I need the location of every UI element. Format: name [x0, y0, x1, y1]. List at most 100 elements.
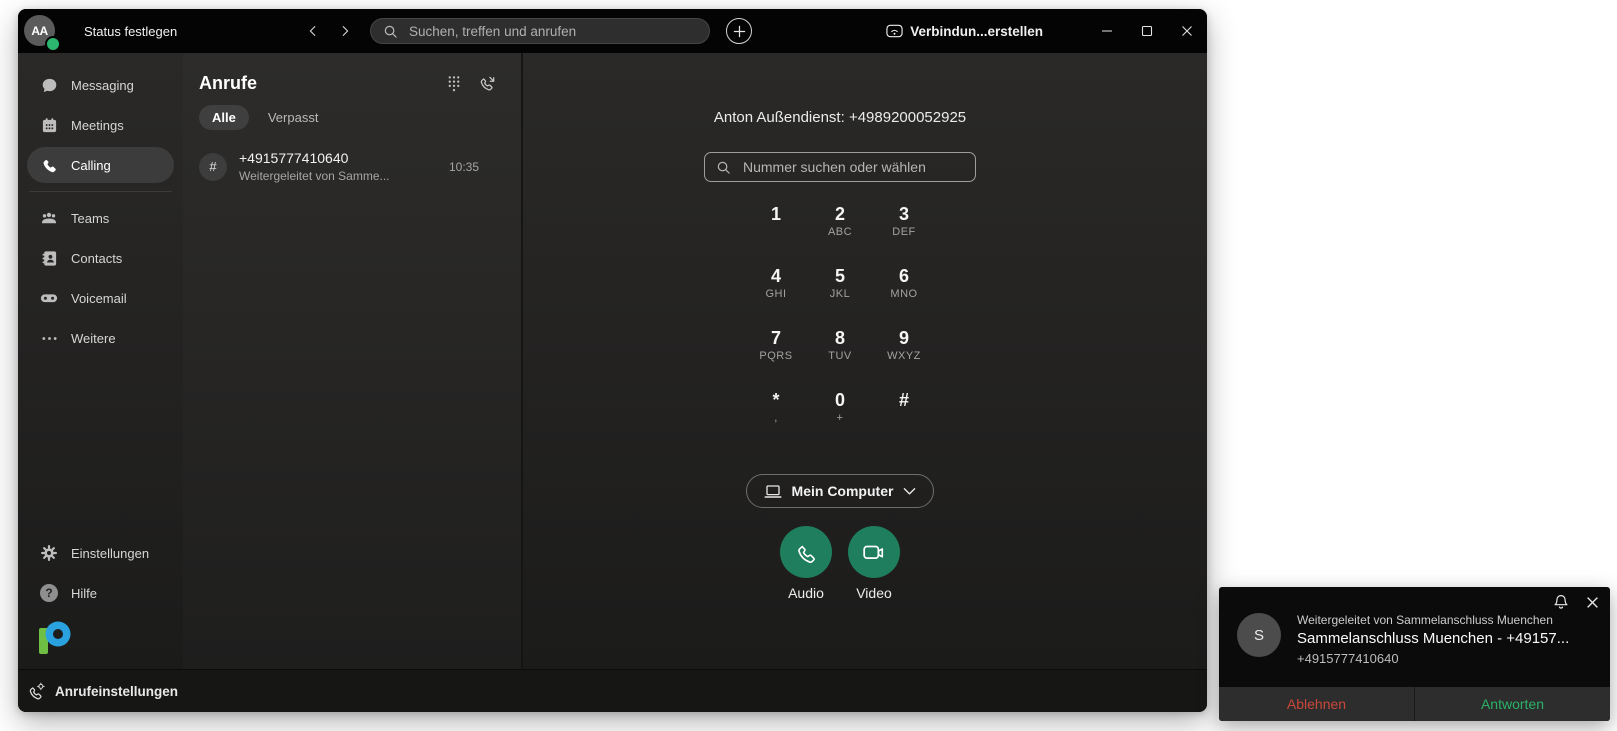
gear-icon [40, 544, 58, 562]
search-input[interactable] [407, 23, 697, 40]
dialpad-key-4[interactable]: 4GHI [744, 266, 808, 328]
decline-button[interactable]: Ablehnen [1219, 687, 1414, 721]
dialpad-key-8[interactable]: 8TUV [808, 328, 872, 390]
connect-device-button[interactable]: Verbindun...erstellen [886, 9, 1043, 53]
sidebar-item-messaging[interactable]: Messaging [27, 67, 174, 103]
connect-device-label: Verbindun...erstellen [910, 24, 1043, 39]
sidebar-item-help[interactable]: ? Hilfe [27, 575, 174, 611]
answer-button[interactable]: Antworten [1414, 687, 1610, 721]
status-set-button[interactable]: Status festlegen [84, 9, 177, 53]
contact-card-icon [40, 250, 58, 267]
sidebar-divider [29, 191, 172, 192]
close-icon[interactable] [1586, 596, 1599, 609]
close-button[interactable] [1167, 9, 1207, 53]
tab-missed[interactable]: Verpasst [268, 110, 319, 125]
dialpad-key-1[interactable]: 1 [744, 204, 808, 266]
sidebar-item-more[interactable]: Weitere [27, 320, 174, 356]
sidebar: Messaging Meetings Calling Teams Contact… [18, 53, 183, 669]
call-action-buttons: Audio Video [780, 526, 900, 601]
audio-device-label: Mein Computer [792, 483, 894, 499]
forward-button[interactable] [334, 20, 356, 42]
sidebar-item-label: Meetings [71, 118, 124, 133]
dialpad-key-2[interactable]: 2ABC [808, 204, 872, 266]
add-button[interactable] [726, 18, 752, 44]
dialpad-key-9[interactable]: 9WXYZ [872, 328, 936, 390]
notification-actions: Ablehnen Antworten [1219, 687, 1610, 721]
dialpad-key-6[interactable]: 6MNO [872, 266, 936, 328]
phone-handset-icon [795, 541, 818, 564]
call-settings-label: Anrufeinstellungen [55, 684, 178, 699]
video-call-button[interactable]: Video [848, 526, 900, 601]
sidebar-item-label: Einstellungen [71, 546, 149, 561]
call-time: 10:35 [449, 160, 505, 174]
sidebar-item-label: Contacts [71, 251, 122, 266]
sidebar-bottom: Einstellungen ? Hilfe [27, 535, 174, 663]
sidebar-item-meetings[interactable]: Meetings [27, 107, 174, 143]
calls-filter-tabs: Alle Verpasst [199, 105, 505, 130]
sidebar-item-voicemail[interactable]: Voicemail [27, 280, 174, 316]
dial-search-field[interactable] [704, 152, 976, 182]
call-history-item[interactable]: # +4915777410640 Weitergeleitet von Samm… [199, 150, 505, 183]
minimize-button[interactable] [1087, 9, 1127, 53]
sidebar-item-label: Messaging [71, 78, 134, 93]
phone-settings-icon [27, 682, 46, 701]
minimize-icon [1101, 25, 1113, 37]
question-mark-icon: ? [40, 584, 58, 602]
dialpad-key-3[interactable]: 3DEF [872, 204, 936, 266]
dialpad-key-hash[interactable]: # [872, 390, 936, 452]
calls-panel-title: Anrufe [199, 73, 257, 94]
sidebar-item-settings[interactable]: Einstellungen [27, 535, 174, 571]
calls-panel: Anrufe Alle Verpasst # +4915777410640 We… [183, 53, 523, 669]
sidebar-item-teams[interactable]: Teams [27, 200, 174, 236]
audio-call-button[interactable]: Audio [780, 526, 832, 601]
people-icon [40, 210, 58, 226]
dial-number-input[interactable] [741, 158, 964, 176]
search-icon [383, 24, 398, 39]
back-button[interactable] [302, 20, 324, 42]
forwarded-from-label: Weitergeleitet von Sammelanschluss Muenc… [1297, 613, 1569, 627]
window-controls [1087, 9, 1207, 53]
dialpad-key-5[interactable]: 5JKL [808, 266, 872, 328]
connect-device-icon [886, 24, 903, 38]
dialpad-key-star[interactable]: *, [744, 390, 808, 452]
ellipsis-icon [40, 336, 58, 341]
brand-logo [27, 615, 174, 661]
video-call-label: Video [856, 585, 892, 601]
caller-id-header: Anton Außendienst: +4989200052925 [714, 109, 966, 126]
plus-icon [733, 25, 746, 38]
keypad-icon[interactable] [447, 75, 461, 92]
titlebar: AA Status festlegen Verbindun...erstelle… [18, 9, 1207, 53]
calendar-icon [40, 117, 58, 134]
sidebar-item-contacts[interactable]: Contacts [27, 240, 174, 276]
app-window: AA Status festlegen Verbindun...erstelle… [18, 9, 1207, 712]
caller-avatar: S [1237, 613, 1281, 657]
sidebar-item-calling[interactable]: Calling [27, 147, 174, 183]
laptop-icon [764, 484, 782, 499]
sidebar-item-label: Voicemail [71, 291, 127, 306]
peoplefone-logo-icon [38, 618, 72, 658]
global-search[interactable] [370, 18, 710, 44]
sidebar-item-label: Hilfe [71, 586, 97, 601]
incoming-call-icon[interactable] [478, 74, 497, 93]
audio-device-selector[interactable]: Mein Computer [746, 474, 935, 508]
dialpad-key-7[interactable]: 7PQRS [744, 328, 808, 390]
dialer-pane: Anton Außendienst: +4989200052925 1 2ABC… [523, 53, 1207, 669]
sidebar-item-label: Weitere [71, 331, 116, 346]
status-dot-icon [45, 36, 61, 52]
dialpad-key-0[interactable]: 0+ [808, 390, 872, 452]
call-subtitle: Weitergeleitet von Samme... [239, 169, 390, 183]
call-number: +4915777410640 [239, 150, 390, 166]
call-settings-bar[interactable]: Anrufeinstellungen [18, 669, 1207, 712]
chevron-right-icon [338, 24, 352, 38]
caller-name-number: Sammelanschluss Muenchen - +49157... [1297, 630, 1569, 647]
voicemail-icon [40, 291, 58, 305]
maximize-button[interactable] [1127, 9, 1167, 53]
chevron-down-icon [903, 487, 916, 496]
history-nav [302, 9, 356, 53]
audio-call-label: Audio [788, 585, 824, 601]
call-avatar: # [199, 153, 227, 181]
caller-number: +4915777410640 [1297, 651, 1569, 666]
bell-icon[interactable] [1553, 594, 1569, 611]
tab-all[interactable]: Alle [199, 105, 249, 130]
dialpad: 1 2ABC 3DEF 4GHI 5JKL 6MNO 7PQRS 8TUV 9W… [744, 204, 936, 452]
